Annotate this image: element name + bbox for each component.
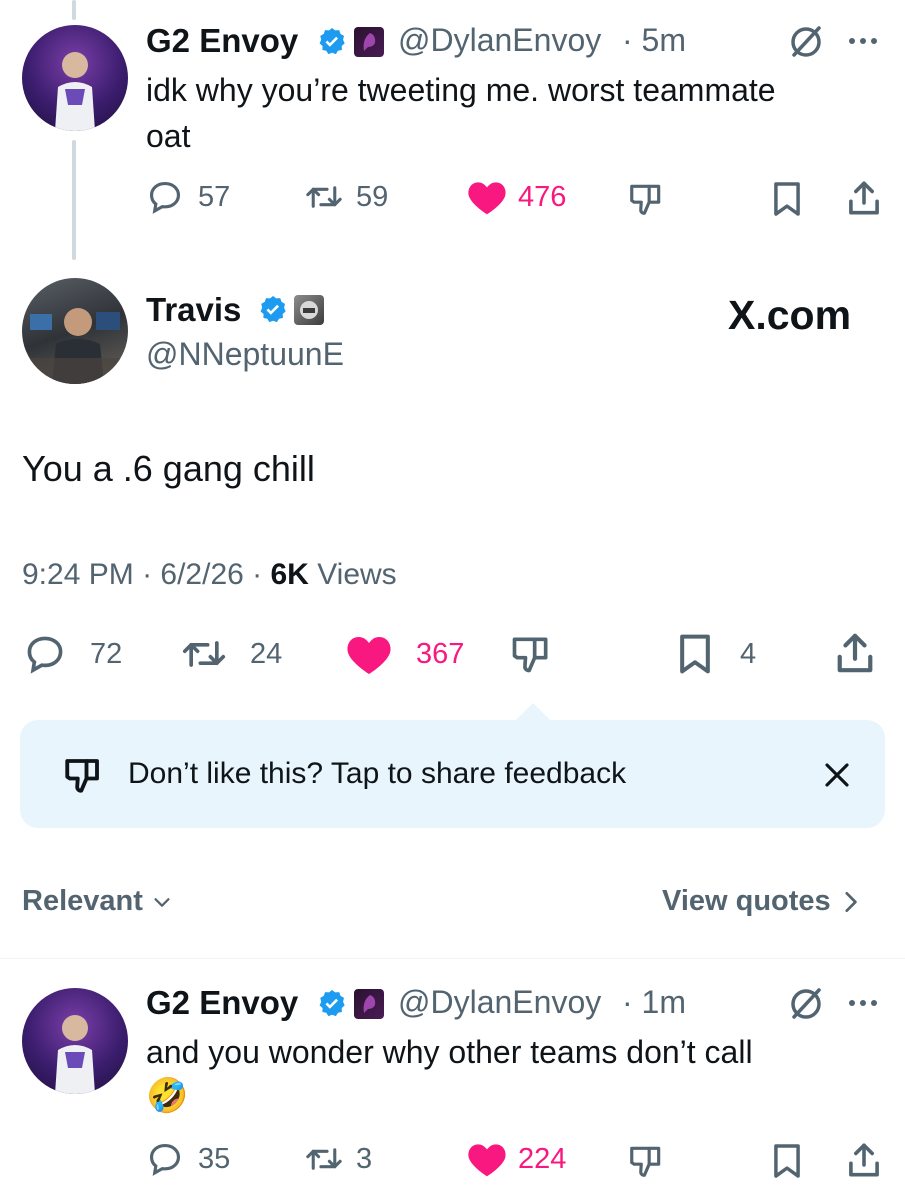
sort-relevant-button[interactable]: Relevant <box>22 885 173 918</box>
grok-icon[interactable] <box>786 984 826 1024</box>
dislike-icon[interactable] <box>626 1142 666 1180</box>
avatar-figure <box>55 1015 95 1094</box>
more-icon[interactable] <box>848 36 878 46</box>
author-handle[interactable]: @DylanEnvoy <box>398 984 601 1021</box>
dislike-icon[interactable] <box>508 632 554 676</box>
reply-count: 72 <box>90 637 123 670</box>
bookmark-icon <box>680 634 710 674</box>
divider <box>0 958 905 959</box>
repost-count: 59 <box>356 180 389 213</box>
reply-count: 57 <box>198 180 231 213</box>
reply-button[interactable]: 57 <box>146 178 230 216</box>
views-count: 6K <box>270 558 309 591</box>
author-name[interactable]: G2 Envoy <box>146 22 298 60</box>
like-button[interactable]: 224 <box>466 1140 566 1178</box>
like-count: 476 <box>518 180 567 213</box>
author-name[interactable]: G2 Envoy <box>146 984 298 1022</box>
repost-icon <box>306 186 342 208</box>
like-icon <box>347 637 391 674</box>
avatar[interactable] <box>22 278 128 384</box>
like-button[interactable]: 476 <box>466 178 566 216</box>
more-icon[interactable] <box>848 998 878 1008</box>
affiliate-badge-icon <box>354 27 384 57</box>
post-text-line: oat <box>146 118 191 154</box>
feedback-caret <box>515 703 551 721</box>
post-text: You a .6 gang chill <box>22 448 315 489</box>
like-icon <box>468 1144 506 1177</box>
post-date[interactable]: 6/2/26 <box>160 558 243 591</box>
reply-icon <box>149 181 181 214</box>
bookmark-button[interactable]: 4 <box>676 632 756 676</box>
post-meta: 9:24 PM · 6/2/26 · 6K Views <box>22 558 397 592</box>
like-count: 224 <box>518 1142 567 1175</box>
reply-button[interactable]: 72 <box>22 632 122 676</box>
repost-button[interactable]: 24 <box>180 632 282 676</box>
verified-icon <box>260 296 286 323</box>
reply-icon <box>149 1143 181 1176</box>
meta-separator: · <box>243 558 271 591</box>
emoji-rofl: 🤣 <box>146 1077 189 1115</box>
post-time[interactable]: · 5m <box>622 22 686 59</box>
repost-button[interactable]: 59 <box>304 178 388 216</box>
like-button[interactable]: 367 <box>344 632 464 676</box>
author-handle[interactable]: @DylanEnvoy <box>398 22 601 59</box>
post-text-line: and you wonder why other teams don’t cal… <box>146 1034 753 1070</box>
feedback-text[interactable]: Don’t like this? Tap to share feedback <box>128 757 626 791</box>
dislike-icon[interactable] <box>626 180 666 218</box>
grok-icon[interactable] <box>786 22 826 62</box>
share-icon[interactable] <box>834 630 876 676</box>
author-handle[interactable]: @NNeptuunE <box>146 336 344 373</box>
view-quotes-button[interactable]: View quotes <box>662 885 861 918</box>
bookmark-icon[interactable] <box>770 1142 804 1180</box>
author-name[interactable]: Travis <box>146 291 241 329</box>
meta-separator: · <box>133 558 161 591</box>
share-icon[interactable] <box>846 178 882 218</box>
avatar[interactable] <box>22 25 128 131</box>
close-icon[interactable] <box>822 760 852 790</box>
avatar-figure <box>55 52 95 131</box>
avatar[interactable] <box>22 988 128 1094</box>
view-quotes-label: View quotes <box>662 885 831 917</box>
share-icon[interactable] <box>846 1140 882 1180</box>
affiliate-badge-icon <box>294 295 324 325</box>
chevron-right-icon <box>845 891 857 912</box>
reply-button[interactable]: 35 <box>146 1140 230 1178</box>
x-com-watermark: X.com <box>728 292 852 338</box>
repost-count: 24 <box>250 637 283 670</box>
bookmark-count: 4 <box>740 637 757 670</box>
like-count: 367 <box>416 637 465 670</box>
chevron-down-icon <box>154 897 170 907</box>
post-text-line: idk why you’re tweeting me. worst teamma… <box>146 72 776 108</box>
reply-icon <box>27 636 63 674</box>
thread-line-mid <box>72 140 76 260</box>
repost-icon <box>182 641 226 667</box>
thread-line-top <box>72 0 76 20</box>
dislike-icon <box>65 759 99 793</box>
sort-label: Relevant <box>22 885 143 917</box>
repost-count: 3 <box>356 1142 373 1175</box>
repost-button[interactable]: 3 <box>304 1140 372 1178</box>
bookmark-icon[interactable] <box>770 180 804 218</box>
reply-count: 35 <box>198 1142 231 1175</box>
like-icon <box>468 182 506 215</box>
verified-icon <box>319 990 345 1017</box>
verified-icon <box>319 28 345 55</box>
repost-icon <box>306 1148 342 1170</box>
post-time[interactable]: · 1m <box>622 984 686 1021</box>
post-time[interactable]: 9:24 PM <box>22 558 134 591</box>
affiliate-badge-icon <box>354 989 384 1019</box>
views-label[interactable]: Views <box>317 558 396 591</box>
avatar-room <box>22 308 128 384</box>
